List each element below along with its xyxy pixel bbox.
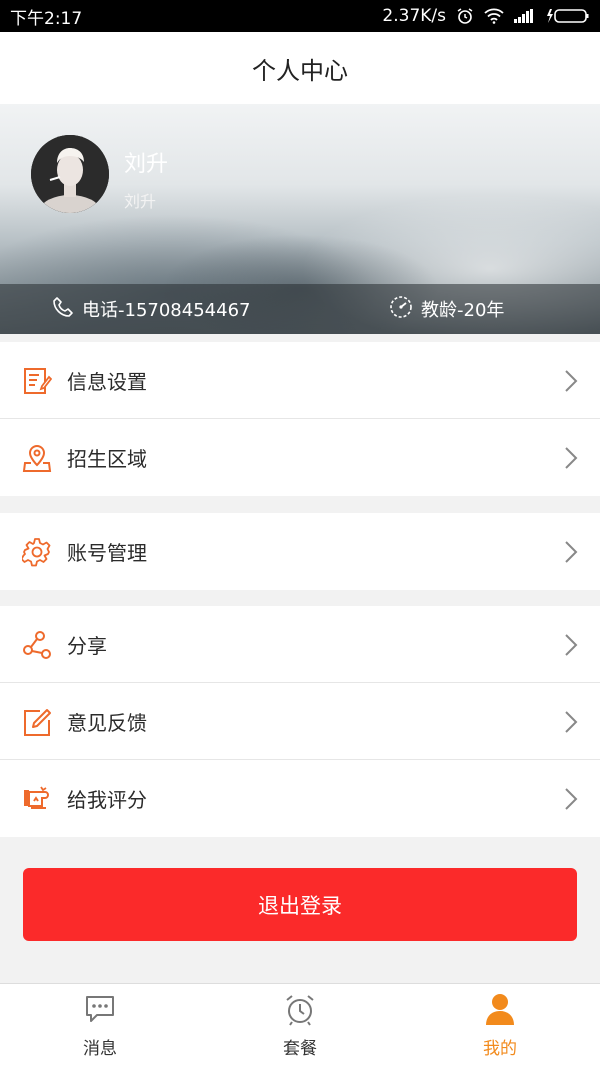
user-name: 刘升 [124, 152, 169, 177]
status-bar: 下午2:17 2.37K/s [0, 0, 600, 32]
chevron-right-icon [564, 369, 578, 393]
menu-group-misc: 分享 意见反馈 给我评分 [0, 606, 600, 837]
menu-item-enrollment-area[interactable]: 招生区域 [0, 419, 600, 496]
menu-item-info-settings[interactable]: 信息设置 [0, 342, 600, 419]
tab-mine[interactable]: 我的 [400, 984, 600, 1067]
document-edit-icon [22, 366, 53, 396]
menu-item-account-management[interactable]: 账号管理 [0, 513, 600, 590]
network-speed: 2.37K/s [382, 6, 446, 26]
chevron-right-icon [564, 710, 578, 734]
avatar[interactable] [31, 135, 109, 213]
tab-packages[interactable]: 套餐 [200, 984, 400, 1067]
map-pin-icon [22, 443, 52, 473]
menu-item-label: 给我评分 [67, 788, 147, 812]
profile-info-bar: 电话-15708454467 教龄-20年 [0, 284, 600, 334]
alarm-icon [456, 7, 474, 25]
feedback-edit-icon [22, 707, 52, 737]
chevron-right-icon [564, 446, 578, 470]
phone-info: 电话-15708454467 [52, 284, 250, 334]
status-time: 下午2:17 [10, 8, 83, 29]
menu-item-label: 意见反馈 [67, 710, 147, 735]
title-bar: 个人中心 [0, 32, 600, 104]
gauge-icon [389, 295, 413, 324]
page-title: 个人中心 [252, 56, 348, 85]
menu-item-label: 招生区域 [67, 447, 147, 471]
share-icon [22, 630, 52, 660]
tab-label: 我的 [483, 1039, 517, 1059]
tab-label: 消息 [83, 1039, 117, 1059]
menu-item-rate-app[interactable]: 给我评分 [0, 760, 600, 837]
logout-label: 退出登录 [258, 893, 342, 918]
chevron-right-icon [564, 540, 578, 564]
menu-item-label: 分享 [67, 633, 107, 658]
menu-item-feedback[interactable]: 意见反馈 [0, 683, 600, 760]
phone-icon [52, 296, 74, 323]
chevron-right-icon [564, 787, 578, 811]
tab-messages[interactable]: 消息 [0, 984, 200, 1067]
status-right: 2.37K/s [382, 6, 590, 26]
tab-label: 套餐 [283, 1039, 317, 1059]
rating-icon [22, 784, 52, 814]
battery-icon [544, 8, 590, 24]
alarm-clock-icon [283, 992, 317, 1026]
gear-icon [20, 537, 52, 567]
menu-item-share[interactable]: 分享 [0, 606, 600, 683]
menu-item-label: 账号管理 [67, 541, 147, 565]
menu-item-label: 信息设置 [67, 369, 147, 394]
signal-icon [514, 9, 534, 23]
user-nickname: 刘升 [124, 192, 157, 211]
bottom-tab-bar: 消息 套餐 我的 [0, 983, 600, 1067]
menu-group-profile: 信息设置 招生区域 [0, 342, 600, 496]
person-icon [483, 992, 517, 1026]
teaching-age-text: 教龄-20年 [421, 300, 505, 321]
wifi-icon [484, 8, 504, 24]
menu-group-account: 账号管理 [0, 513, 600, 590]
logout-button[interactable]: 退出登录 [23, 868, 577, 941]
profile-header: 刘升 刘升 电话-15708454467 教龄-20年 [0, 104, 600, 334]
teaching-age-info: 教龄-20年 [389, 284, 504, 334]
phone-text: 电话-15708454467 [82, 300, 251, 321]
message-icon [83, 992, 117, 1026]
chevron-right-icon [564, 633, 578, 657]
